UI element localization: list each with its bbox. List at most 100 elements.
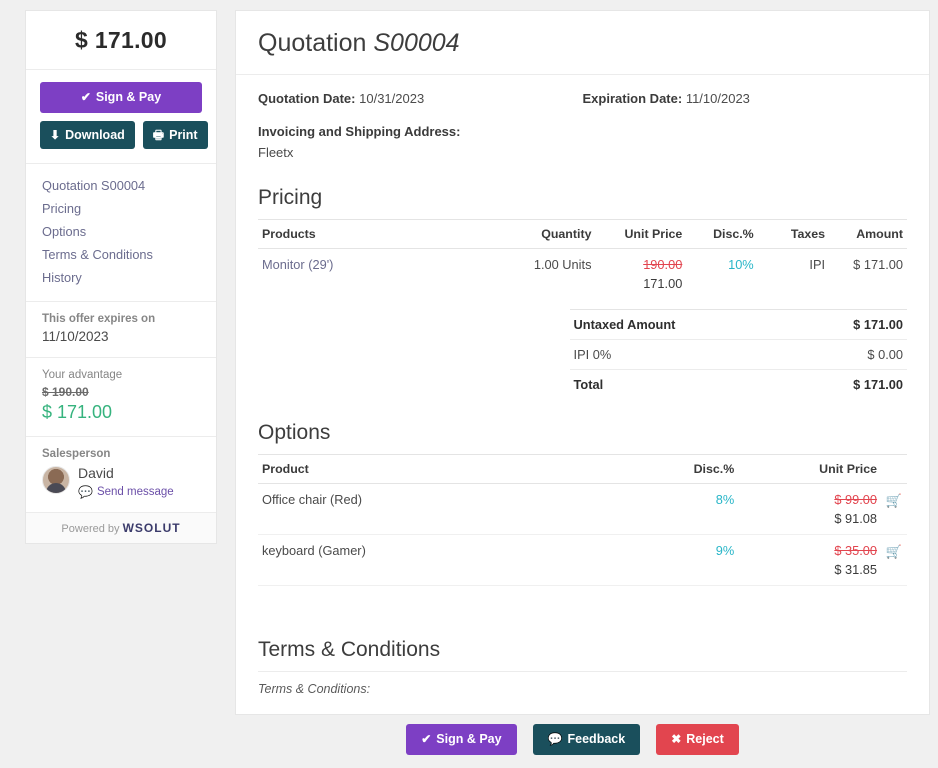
- untaxed-amount-row: Untaxed Amount $ 171.00: [569, 309, 907, 340]
- options-table-head: Product Disc.% Unit Price: [258, 454, 907, 484]
- col-unit-price: Unit Price: [595, 219, 687, 249]
- quotation-sidebar: $ 171.00 ✔ Sign & Pay ⬇ Download 🖶 Print…: [25, 10, 217, 545]
- send-message-link[interactable]: 💬 Send message: [78, 486, 174, 498]
- untaxed-amount-label: Untaxed Amount: [569, 309, 791, 340]
- options-table: Product Disc.% Unit Price Office chair (…: [258, 454, 907, 586]
- col-amount: Amount: [829, 219, 907, 249]
- tax-value: $ 0.00: [790, 339, 907, 370]
- sidebar-item-terms[interactable]: Terms & Conditions: [26, 243, 216, 266]
- col-option-product: Product: [258, 454, 596, 484]
- sidebar-sign-and-pay-button[interactable]: ✔ Sign & Pay: [40, 82, 202, 113]
- check-icon: ✔: [80, 90, 91, 105]
- footer-action-bar: ✔ Sign & Pay 💬 Feedback ✖ Reject: [0, 724, 938, 755]
- salesperson-block: Salesperson David 💬 Send message: [26, 437, 216, 514]
- expiration-date-label: Expiration Date:: [582, 91, 683, 106]
- sidebar-navigation: Quotation S00004 Pricing Options Terms &…: [26, 164, 216, 302]
- quotation-portal-page: $ 171.00 ✔ Sign & Pay ⬇ Download 🖶 Print…: [0, 0, 938, 768]
- option-product-cell: keyboard (Gamer): [258, 534, 596, 586]
- cart-icon[interactable]: 🛒: [886, 544, 902, 559]
- unit-price-original: 190.00: [643, 257, 683, 272]
- salesperson-name: David: [78, 465, 114, 481]
- sidebar-total-amount: $ 171.00: [26, 11, 216, 70]
- option-price-cell: $ 99.00 $ 91.08: [738, 483, 882, 535]
- pricing-taxes-cell: IPI: [809, 257, 826, 272]
- chat-bubble-icon: 💬: [78, 485, 93, 500]
- pricing-heading: Pricing: [258, 186, 323, 209]
- total-label: Total: [569, 369, 791, 399]
- feedback-button[interactable]: 💬 Feedback: [532, 724, 641, 755]
- col-quantity: Quantity: [491, 219, 596, 249]
- pricing-table-body: Monitor (29') 1.00 Units 190.00 171.00 1…: [258, 249, 907, 300]
- download-icon: ⬇: [50, 127, 61, 142]
- footer-sign-and-pay-label: Sign & Pay: [436, 732, 502, 746]
- terms-heading: Terms & Conditions: [258, 638, 441, 661]
- options-table-body: Office chair (Red) 8% $ 99.00 $ 91.08 🛒 …: [258, 483, 907, 586]
- tax-label: IPI 0%: [569, 339, 791, 370]
- option-price-discounted: $ 31.85: [834, 562, 878, 577]
- salesperson-details: David 💬 Send message: [78, 465, 174, 499]
- totals-section: Untaxed Amount $ 171.00 IPI 0% $ 0.00 To…: [569, 309, 907, 399]
- close-icon: ✖: [671, 732, 682, 747]
- advantage-discounted-price: $ 171.00: [42, 402, 113, 422]
- expiration-date-field: Expiration Date: 11/10/2023: [583, 91, 908, 106]
- option-price-original: $ 35.00: [834, 543, 878, 558]
- sidebar-secondary-actions: ⬇ Download 🖶 Print: [40, 120, 208, 149]
- table-row: keyboard (Gamer) 9% $ 35.00 $ 31.85 🛒: [258, 534, 907, 586]
- sidebar-actions: ✔ Sign & Pay ⬇ Download 🖶 Print: [26, 70, 216, 164]
- option-price-discounted: $ 91.08: [834, 511, 878, 526]
- totals-table-body: Untaxed Amount $ 171.00 IPI 0% $ 0.00 To…: [569, 309, 907, 399]
- reject-button[interactable]: ✖ Reject: [656, 724, 739, 755]
- quotation-date-field: Quotation Date: 10/31/2023: [258, 91, 583, 106]
- col-products: Products: [258, 219, 492, 249]
- check-icon: ✔: [421, 732, 432, 747]
- send-message-label: Send message: [96, 486, 174, 499]
- download-button[interactable]: ⬇ Download: [40, 120, 135, 149]
- unit-price-discounted: 171.00: [643, 276, 683, 291]
- sidebar-item-history[interactable]: History: [26, 266, 216, 289]
- pricing-table-head: Products Quantity Unit Price Disc.% Taxe…: [258, 219, 907, 249]
- col-taxes: Taxes: [757, 219, 830, 249]
- untaxed-amount-value: $ 171.00: [790, 309, 907, 340]
- your-advantage-block: Your advantage $ 190.00 $ 171.00: [26, 358, 216, 437]
- sidebar-item-options[interactable]: Options: [26, 220, 216, 243]
- total-value: $ 171.00: [790, 369, 907, 399]
- reject-label: Reject: [686, 732, 724, 746]
- pricing-unit-price-cell: 190.00 171.00: [595, 249, 686, 300]
- document-header: Quotation S00004: [236, 11, 929, 75]
- total-row: Total $ 171.00: [569, 369, 907, 399]
- sidebar-item-quotation[interactable]: Quotation S00004: [26, 174, 216, 197]
- footer-sign-and-pay-button[interactable]: ✔ Sign & Pay: [406, 724, 517, 755]
- document-dates: Quotation Date: 10/31/2023 Expiration Da…: [258, 91, 907, 106]
- avatar: [42, 466, 70, 494]
- offer-expiry-block: This offer expires on 11/10/2023: [26, 302, 216, 358]
- billing-address-block: Invoicing and Shipping Address: Fleetx: [258, 124, 907, 160]
- pricing-discount-cell: 10%: [728, 257, 754, 272]
- option-discount-cell: 9%: [595, 534, 739, 586]
- sidebar-item-pricing[interactable]: Pricing: [26, 197, 216, 220]
- powered-by-label: Powered by: [61, 523, 120, 536]
- terms-body: Terms & Conditions:: [258, 671, 907, 696]
- product-link[interactable]: Monitor (29'): [262, 257, 333, 272]
- cart-icon[interactable]: 🛒: [886, 493, 902, 508]
- feedback-label: Feedback: [567, 732, 626, 746]
- expiration-date-value: 11/10/2023: [685, 91, 750, 106]
- page-title: Quotation S00004: [258, 29, 907, 58]
- pricing-amount-cell: $ 171.00: [853, 257, 903, 272]
- option-product-cell: Office chair (Red): [258, 483, 596, 535]
- document-body: Quotation Date: 10/31/2023 Expiration Da…: [236, 75, 929, 696]
- option-price-cell: $ 35.00 $ 31.85: [738, 534, 882, 586]
- pricing-table: Products Quantity Unit Price Disc.% Taxe…: [258, 219, 907, 299]
- chat-bubble-icon: 💬: [547, 732, 563, 747]
- sidebar-sign-and-pay-label: Sign & Pay: [95, 90, 162, 104]
- option-price-original: $ 99.00: [834, 492, 878, 507]
- pricing-header-row: Products Quantity Unit Price Disc.% Taxe…: [258, 219, 907, 249]
- terms-text: Terms & Conditions:: [258, 682, 371, 696]
- offer-expiry-date: 11/10/2023: [42, 329, 109, 344]
- table-row: Monitor (29') 1.00 Units 190.00 171.00 1…: [258, 249, 907, 300]
- offer-expiry-label: This offer expires on: [42, 313, 156, 325]
- totals-table: Untaxed Amount $ 171.00 IPI 0% $ 0.00 To…: [569, 309, 907, 399]
- document-reference: S00004: [373, 29, 460, 57]
- print-button[interactable]: 🖶 Print: [142, 120, 208, 149]
- option-discount-cell: 8%: [595, 483, 739, 535]
- pricing-quantity-cell: 1.00 Units: [533, 257, 592, 272]
